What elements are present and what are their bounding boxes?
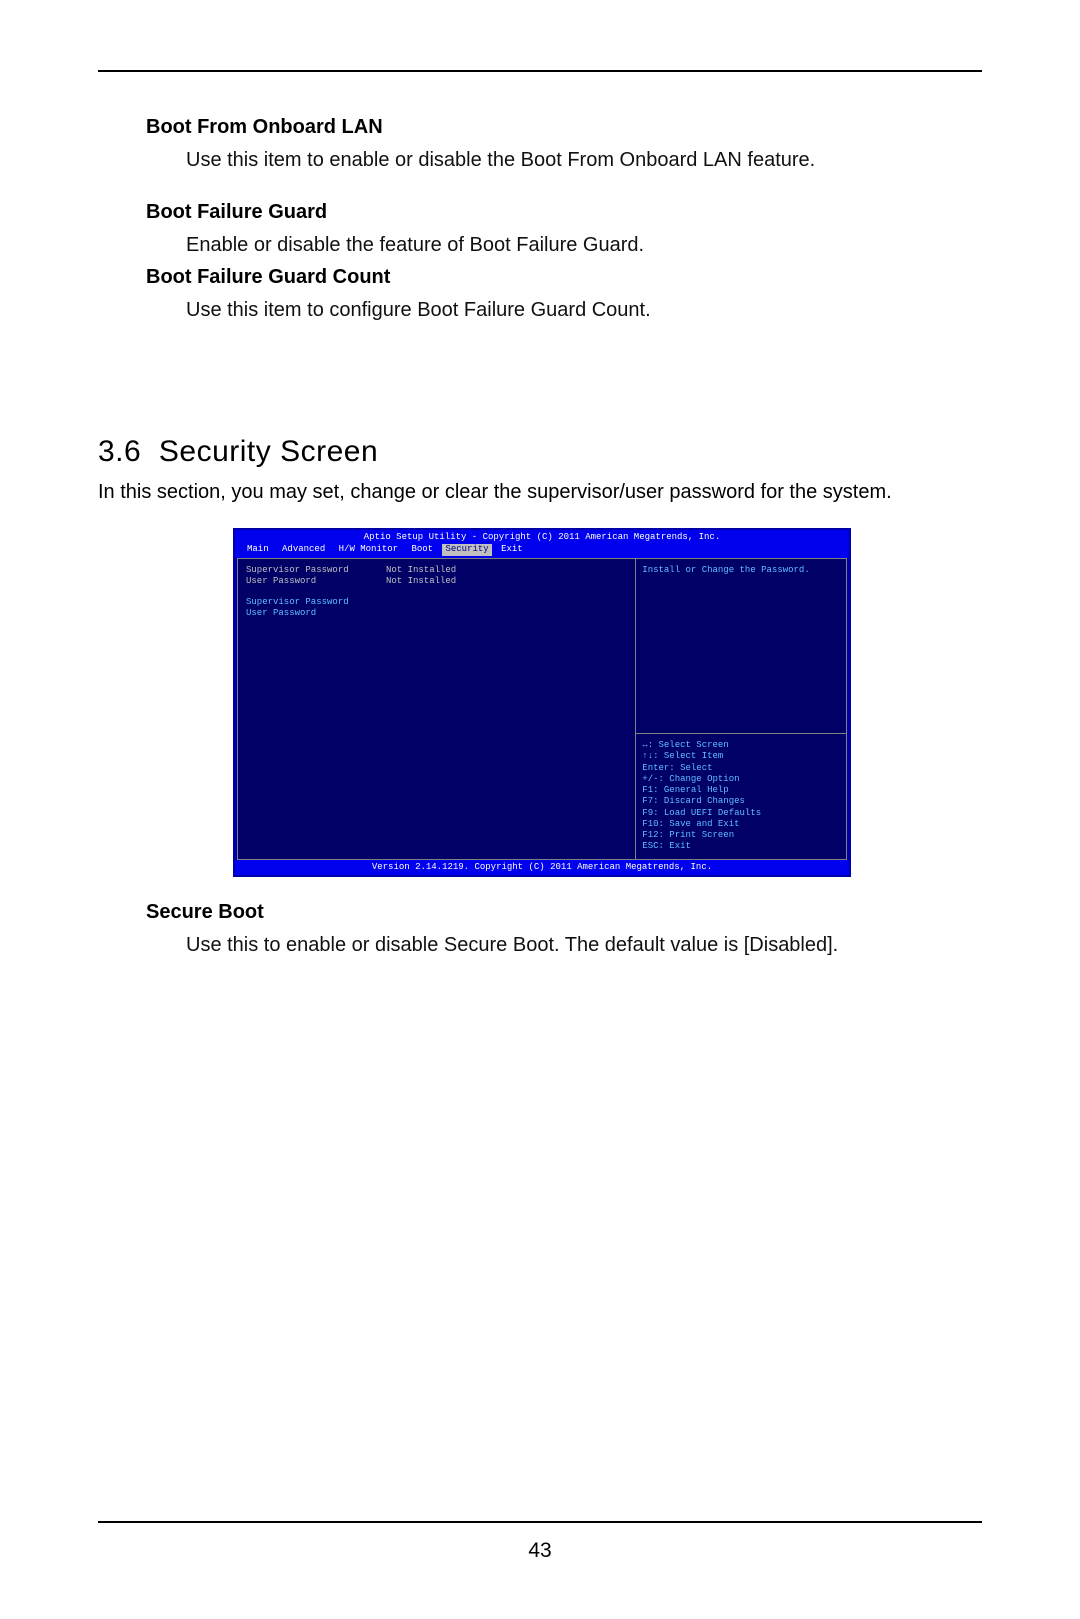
top-horizontal-rule	[98, 70, 982, 72]
bios-row-value: Not Installed	[386, 565, 456, 576]
bios-status-row: Supervisor Password Not Installed	[246, 565, 627, 576]
bios-title-bar: Aptio Setup Utility - Copyright (C) 2011…	[235, 530, 849, 543]
bios-tab-security: Security	[442, 544, 491, 555]
bios-key-line: F1: General Help	[642, 785, 840, 796]
bios-menu-item: User Password	[246, 608, 627, 619]
bios-key-line: F9: Load UEFI Defaults	[642, 808, 840, 819]
section-number: 3.6	[98, 435, 141, 468]
bios-key-line: Enter: Select	[642, 763, 840, 774]
section-heading: 3.6 Security Screen	[98, 435, 982, 469]
bios-key-line: ↑↓: Select Item	[642, 751, 840, 762]
setting-heading: Boot Failure Guard	[146, 201, 982, 224]
bios-menu-bar: Main Advanced H/W Monitor Boot Security …	[235, 543, 849, 557]
section-title: Security Screen	[159, 435, 378, 468]
page-number: 43	[0, 1539, 1080, 1563]
setting-description: Enable or disable the feature of Boot Fa…	[186, 230, 982, 260]
setting-heading: Secure Boot	[146, 901, 982, 924]
setting-heading: Boot Failure Guard Count	[146, 266, 982, 289]
bios-key-line: F10: Save and Exit	[642, 819, 840, 830]
document-page: Boot From Onboard LAN Use this item to e…	[0, 0, 1080, 1619]
bios-tab-advanced: Advanced	[278, 544, 329, 555]
setting-heading: Boot From Onboard LAN	[146, 116, 982, 139]
bios-tab-main: Main	[243, 544, 273, 555]
setting-item: Boot Failure Guard Enable or disable the…	[146, 201, 982, 260]
bios-tab-exit: Exit	[497, 544, 527, 555]
bios-window: Aptio Setup Utility - Copyright (C) 2011…	[233, 528, 851, 877]
setting-item: Boot Failure Guard Count Use this item t…	[146, 266, 982, 325]
bios-key-line: F7: Discard Changes	[642, 796, 840, 807]
bios-footer: Version 2.14.1219. Copyright (C) 2011 Am…	[235, 860, 849, 875]
bios-right-panel: Install or Change the Password. ↔: Selec…	[636, 559, 846, 859]
bios-left-panel: Supervisor Password Not Installed User P…	[238, 559, 636, 859]
section-intro: In this section, you may set, change or …	[98, 477, 982, 508]
bottom-horizontal-rule	[98, 1521, 982, 1523]
bios-key-line: F12: Print Screen	[642, 830, 840, 841]
bios-tab-boot: Boot	[407, 544, 437, 555]
bios-body: Supervisor Password Not Installed User P…	[237, 558, 847, 860]
setting-description: Use this to enable or disable Secure Boo…	[186, 930, 982, 960]
bios-key-line: ESC: Exit	[642, 841, 840, 852]
setting-description: Use this item to configure Boot Failure …	[186, 295, 982, 325]
bios-row-label: User Password	[246, 576, 386, 587]
bios-menu-item: Supervisor Password	[246, 597, 627, 608]
setting-description: Use this item to enable or disable the B…	[186, 145, 982, 175]
bios-row-label: Supervisor Password	[246, 565, 386, 576]
setting-item: Boot From Onboard LAN Use this item to e…	[146, 116, 982, 175]
bios-tab-hwmonitor: H/W Monitor	[335, 544, 402, 555]
bios-status-row: User Password Not Installed	[246, 576, 627, 587]
bios-key-line: ↔: Select Screen	[642, 740, 840, 751]
bios-help-text: Install or Change the Password.	[636, 559, 846, 735]
setting-item: Secure Boot Use this to enable or disabl…	[146, 901, 982, 960]
bios-key-help: ↔: Select Screen ↑↓: Select Item Enter: …	[636, 734, 846, 859]
bios-screenshot: Aptio Setup Utility - Copyright (C) 2011…	[233, 528, 847, 877]
bios-key-line: +/-: Change Option	[642, 774, 840, 785]
bios-row-value: Not Installed	[386, 576, 456, 587]
